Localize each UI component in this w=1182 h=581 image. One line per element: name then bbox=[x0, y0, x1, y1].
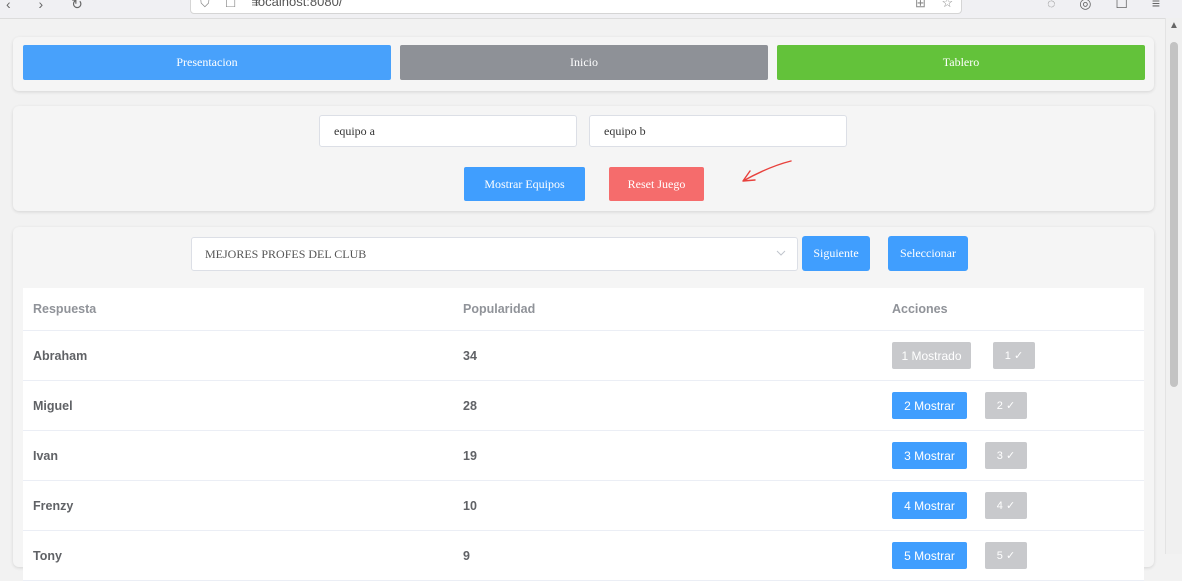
header-respuesta: Respuesta bbox=[33, 302, 97, 316]
url-text[interactable]: localhost:8080/ bbox=[255, 0, 342, 9]
correct-answer-button[interactable]: 3 ✓ bbox=[985, 442, 1027, 469]
table-row: Tony 9 5 Mostrar 5 ✓ bbox=[23, 531, 1144, 581]
table-row: Miguel 28 2 Mostrar 2 ✓ bbox=[23, 381, 1144, 431]
presentacion-button[interactable]: Presentacion bbox=[23, 45, 391, 80]
page-scrollbar[interactable]: ▲ bbox=[1165, 18, 1182, 554]
correct-answer-button[interactable]: 1 ✓ bbox=[993, 342, 1035, 369]
table-row: Abraham 34 1 Mostrado 1 ✓ bbox=[23, 331, 1144, 381]
table-row: Frenzy 10 4 Mostrar 4 ✓ bbox=[23, 481, 1144, 531]
answer-text: Abraham bbox=[33, 348, 88, 363]
browser-toolbar: ‹ › ↻ ⛉ ☐ ≡ localhost:8080/ ⊞ ☆ ◌ ◎ ☐ ≡ bbox=[0, 0, 1182, 19]
answer-popularity: 34 bbox=[463, 348, 477, 363]
answer-text: Frenzy bbox=[33, 498, 74, 513]
answers-table: Respuesta Popularidad Acciones Abraham 34… bbox=[23, 288, 1144, 581]
show-answer-button[interactable]: 3 Mostrar bbox=[892, 442, 967, 469]
team-a-input[interactable]: equipo a bbox=[319, 115, 577, 147]
table-row: Ivan 19 3 Mostrar 3 ✓ bbox=[23, 431, 1144, 481]
question-select-value: MEJORES PROFES DEL CLUB bbox=[205, 246, 367, 261]
show-answer-button[interactable]: 2 Mostrar bbox=[892, 392, 967, 419]
annotation-arrow-icon bbox=[742, 160, 792, 182]
teams-panel: equipo a equipo b Mostrar Equipos Reset … bbox=[13, 106, 1154, 211]
correct-answer-button[interactable]: 4 ✓ bbox=[985, 492, 1027, 519]
tablero-button[interactable]: Tablero bbox=[777, 45, 1145, 80]
answer-text: Miguel bbox=[33, 398, 73, 413]
nav-panel: Presentacion Inicio Tablero bbox=[13, 37, 1154, 91]
extension-icons[interactable]: ⊞ ☆ bbox=[915, 0, 959, 11]
scrollbar-thumb[interactable] bbox=[1170, 42, 1178, 387]
team-b-input[interactable]: equipo b bbox=[589, 115, 847, 147]
browser-nav-icons[interactable]: ‹ › ↻ bbox=[6, 0, 95, 13]
header-popularidad: Popularidad bbox=[463, 302, 536, 316]
inicio-button[interactable]: Inicio bbox=[400, 45, 768, 80]
chevron-down-icon bbox=[776, 250, 786, 256]
header-acciones: Acciones bbox=[892, 302, 948, 316]
mostrar-equipos-button[interactable]: Mostrar Equipos bbox=[464, 167, 585, 201]
answer-popularity: 19 bbox=[463, 448, 477, 463]
answer-popularity: 9 bbox=[463, 548, 470, 563]
siguiente-button[interactable]: Siguiente bbox=[802, 236, 870, 271]
show-answer-button[interactable]: 4 Mostrar bbox=[892, 492, 967, 519]
correct-answer-button[interactable]: 2 ✓ bbox=[985, 392, 1027, 419]
reset-juego-button[interactable]: Reset Juego bbox=[609, 167, 704, 201]
show-answer-button[interactable]: 5 Mostrar bbox=[892, 542, 967, 569]
answer-text: Ivan bbox=[33, 448, 59, 463]
show-answer-button[interactable]: 1 Mostrado bbox=[892, 342, 971, 369]
question-panel: MEJORES PROFES DEL CLUB Siguiente Selecc… bbox=[13, 227, 1154, 581]
scroll-up-icon[interactable]: ▲ bbox=[1169, 20, 1179, 31]
answer-text: Tony bbox=[33, 548, 62, 563]
answer-popularity: 28 bbox=[463, 398, 477, 413]
table-header: Respuesta Popularidad Acciones bbox=[23, 288, 1144, 331]
seleccionar-button[interactable]: Seleccionar bbox=[888, 236, 968, 271]
answer-popularity: 10 bbox=[463, 498, 477, 513]
correct-answer-button[interactable]: 5 ✓ bbox=[985, 542, 1027, 569]
browser-menu-icons[interactable]: ◌ ◎ ☐ ≡ bbox=[1047, 0, 1170, 12]
question-select[interactable]: MEJORES PROFES DEL CLUB bbox=[191, 237, 798, 271]
